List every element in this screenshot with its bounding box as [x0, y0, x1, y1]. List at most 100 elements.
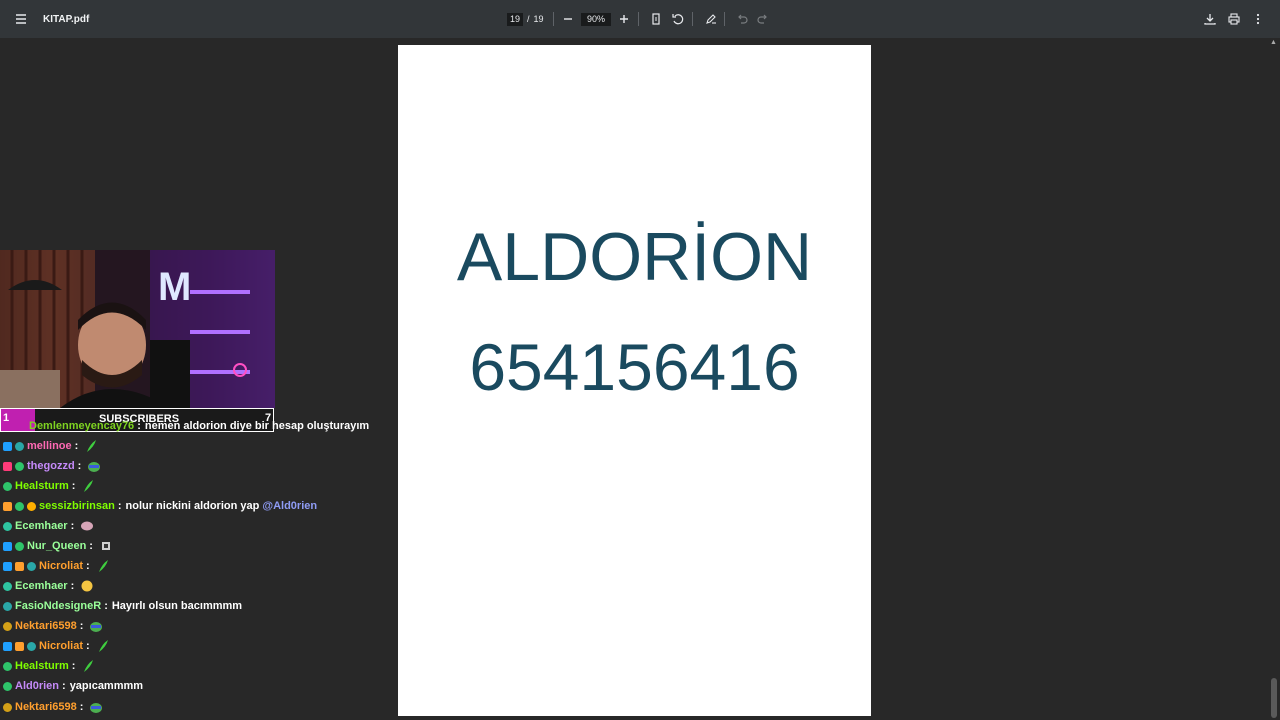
chat-colon: : — [86, 640, 90, 652]
page-separator: / — [527, 14, 530, 24]
badge-icon — [27, 641, 36, 651]
chat-username: Nicroliat — [39, 560, 84, 572]
chat-username: FasioNdesigneR — [15, 600, 102, 612]
badge-icon — [15, 461, 24, 471]
zoom-out-icon[interactable] — [557, 8, 579, 30]
frog-emote-icon — [90, 622, 103, 632]
badge-icon — [15, 541, 24, 551]
chat-username: thegozzd — [27, 460, 75, 472]
subscriber-count-left: 1 — [3, 412, 10, 424]
chat-colon: : — [79, 701, 84, 713]
chat-username: Demlenmeyencay76 — [29, 420, 135, 432]
zoom-level[interactable]: 90% — [581, 12, 611, 26]
chat-message: Nektari6598 : — [3, 698, 103, 716]
chat-message: Nektari6598 : — [3, 617, 103, 635]
chat-colon: : — [62, 680, 66, 692]
chat-message: thegozzd : — [3, 457, 101, 475]
chat-text: Hayırlı olsun bacımmmm — [111, 600, 243, 612]
badge-icon — [27, 561, 36, 571]
chat-colon: : — [77, 460, 82, 472]
chat-message: Healsturm : — [3, 657, 95, 675]
menu-icon[interactable] — [10, 8, 32, 30]
toolbar-divider — [692, 12, 693, 26]
badge-icon — [3, 541, 12, 551]
webcam-overlay: M — [0, 250, 275, 408]
pdf-toolbar: KITAP.pdf / 19 90% — [0, 0, 1280, 38]
chat-username: Nicroliat — [39, 640, 84, 652]
chat-colon: : — [71, 480, 76, 492]
chat-colon: : — [104, 600, 108, 612]
badge-icon — [3, 641, 12, 651]
annotate-pen-icon[interactable] — [700, 8, 722, 30]
scrollbar[interactable]: ▲ — [1268, 38, 1280, 720]
fit-page-icon[interactable] — [645, 8, 667, 30]
feather-emote-icon — [84, 480, 94, 492]
chat-colon: : — [117, 500, 122, 512]
pdf-page: ALDORİON 654156416 — [398, 45, 871, 716]
chat-text: nolur nickini aldorion yap — [125, 500, 260, 512]
chat-message: Nicroliat : — [3, 557, 110, 575]
more-options-icon[interactable] — [1247, 8, 1269, 30]
badge-icon — [15, 501, 24, 511]
sticker-emote-icon — [101, 542, 110, 550]
chat-message: Ecemhaer : — [3, 577, 94, 595]
scrollbar-thumb[interactable] — [1271, 678, 1277, 718]
chat-message: Ecemhaer : — [3, 517, 94, 535]
chat-message: Demlenmeyencay76 : nemen aldorion diye b… — [29, 417, 369, 435]
chat-username: Nektari6598 — [15, 701, 77, 713]
document-line-2: 654156416 — [469, 330, 800, 404]
chat-message: Nur_Queen : — [3, 537, 113, 555]
badge-icon — [3, 702, 12, 712]
badge-icon — [3, 601, 12, 611]
chat-username: Nur_Queen — [27, 540, 87, 552]
zoom-in-icon[interactable] — [613, 8, 635, 30]
chat-username: Healsturm — [15, 660, 69, 672]
chat-username: Nektari6598 — [15, 620, 77, 632]
badge-icon — [3, 481, 12, 491]
feather-emote-icon — [98, 640, 108, 652]
badge-icon — [3, 441, 12, 451]
redo-icon[interactable] — [752, 8, 774, 30]
chat-username: sessizbirinsan — [39, 500, 115, 512]
brain-emote-icon — [81, 521, 94, 531]
chat-colon: : — [137, 420, 141, 432]
toolbar-divider — [553, 12, 554, 26]
download-icon[interactable] — [1199, 8, 1221, 30]
chat-colon: : — [70, 580, 75, 592]
chat-text: yapıcammmm — [69, 680, 144, 692]
page-total: 19 — [533, 14, 544, 24]
chat-colon: : — [74, 440, 79, 452]
chat-message: sessizbirinsan : nolur nickini aldorion … — [3, 497, 317, 515]
chat-username: Healsturm — [15, 480, 69, 492]
undo-icon[interactable] — [731, 8, 753, 30]
chat-colon: : — [71, 660, 76, 672]
badge-icon — [3, 661, 12, 671]
chat-mention: @Ald0rien — [262, 500, 318, 512]
chat-colon: : — [89, 540, 93, 552]
print-icon[interactable] — [1223, 8, 1245, 30]
chat-message: Healsturm : — [3, 477, 95, 495]
badge-icon — [3, 581, 12, 591]
chat-username: Ecemhaer — [15, 520, 68, 532]
badge-icon — [3, 621, 12, 631]
svg-text:M: M — [158, 265, 191, 309]
chat-message: mellinoe : — [3, 437, 98, 455]
chat-text: nemen aldorion diye bir hesap oluşturayı… — [144, 420, 370, 432]
feather-emote-icon — [84, 660, 94, 672]
toolbar-divider — [638, 12, 639, 26]
feather-emote-icon — [98, 560, 108, 572]
chat-message: Nicroliat : — [3, 637, 110, 655]
badge-icon — [3, 461, 12, 471]
chat-username: mellinoe — [27, 440, 72, 452]
rotate-icon[interactable] — [667, 8, 689, 30]
hands-emote-icon — [81, 580, 93, 592]
chat-colon: : — [79, 620, 84, 632]
badge-icon — [3, 521, 12, 531]
badge-icon — [15, 561, 24, 571]
badge-icon — [15, 441, 24, 451]
badge-icon — [3, 501, 12, 511]
chat-colon: : — [70, 520, 75, 532]
chat-message: FasioNdesigneR : Hayırlı olsun bacımmmm — [3, 597, 242, 615]
page-number-input[interactable] — [507, 12, 523, 26]
scroll-up-icon[interactable]: ▲ — [1270, 39, 1278, 46]
